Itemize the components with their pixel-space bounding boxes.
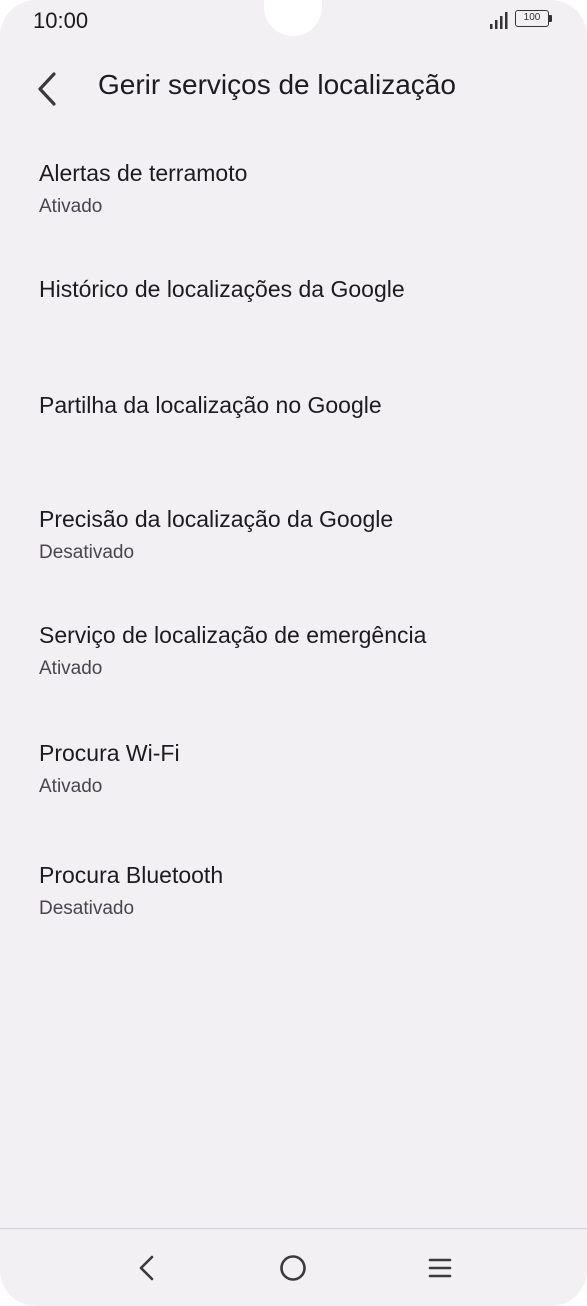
setting-bluetooth-scanning[interactable]: Procura Bluetooth Desativado — [0, 844, 587, 960]
battery-tip — [549, 15, 552, 22]
setting-wifi-scanning[interactable]: Procura Wi-Fi Ativado — [0, 722, 587, 838]
nav-home-button[interactable] — [263, 1243, 323, 1293]
setting-google-location-history[interactable]: Histórico de localizações da Google — [0, 256, 587, 372]
nav-menu-icon — [428, 1258, 452, 1278]
page-title: Gerir serviços de localização — [98, 69, 456, 100]
setting-google-location-sharing[interactable]: Partilha da localização no Google — [0, 372, 587, 488]
setting-summary: Desativado — [39, 542, 135, 563]
setting-title: Serviço de localização de emergência — [39, 622, 427, 648]
signal-bars-icon — [488, 12, 510, 30]
setting-earthquake-alerts[interactable]: Alertas de terramoto Ativado — [0, 140, 587, 256]
back-button[interactable] — [22, 61, 70, 113]
setting-emergency-location-service[interactable]: Serviço de localização de emergência Ati… — [0, 604, 587, 720]
setting-title: Procura Wi-Fi — [39, 740, 180, 766]
app-bar: Gerir serviços de localização — [0, 55, 587, 119]
setting-title: Precisão da localização da Google — [39, 506, 394, 532]
setting-title: Histórico de localizações da Google — [39, 276, 405, 302]
setting-summary: Ativado — [39, 658, 103, 679]
setting-title: Partilha da localização no Google — [39, 392, 382, 418]
nav-back-icon — [139, 1255, 154, 1281]
setting-summary: Desativado — [39, 898, 135, 919]
status-bar: 10:00 100 — [0, 0, 587, 42]
battery-icon: 100 — [515, 10, 549, 27]
nav-back-button[interactable] — [117, 1243, 177, 1293]
chevron-left-icon — [38, 72, 56, 106]
setting-summary: Ativado — [39, 196, 103, 217]
setting-summary: Ativado — [39, 776, 103, 797]
status-time: 10:00 — [33, 8, 89, 33]
setting-google-location-accuracy[interactable]: Precisão da localização da Google Desati… — [0, 488, 587, 604]
screen: 10:00 100 Gerir serviços de localização … — [0, 0, 587, 1306]
nav-menu-button[interactable] — [410, 1243, 470, 1293]
navigation-bar — [0, 1229, 587, 1306]
nav-home-icon — [280, 1255, 306, 1281]
setting-title: Procura Bluetooth — [39, 862, 224, 888]
setting-title: Alertas de terramoto — [39, 160, 248, 186]
